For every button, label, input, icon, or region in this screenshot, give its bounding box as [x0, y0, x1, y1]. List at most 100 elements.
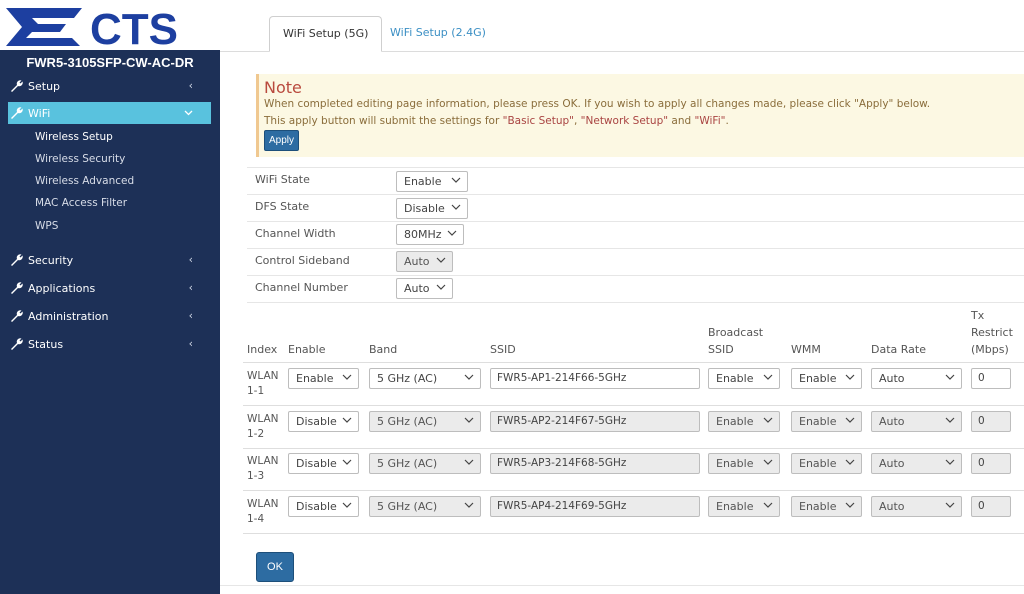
sidebar-subitem-wps[interactable]: WPS	[35, 220, 58, 232]
chevron-down-icon	[451, 204, 461, 210]
model-name: FWR5-3105SFP-CW-AC-DR	[26, 55, 194, 70]
wlan-data-rate-select[interactable]: Auto	[871, 368, 962, 389]
chevron-down-icon	[945, 417, 955, 423]
chevron-left-icon: ‹	[188, 337, 193, 350]
wlan-ssid-input[interactable]: FWR5-AP1-214F66-5GHz	[490, 368, 700, 389]
control-sideband-select[interactable]: Auto	[396, 251, 453, 272]
wlan-enable-select[interactable]: Disable	[288, 411, 359, 432]
header-ssid: SSID	[490, 343, 516, 356]
wrench-icon	[11, 80, 23, 92]
wlan-wmm-select[interactable]: Enable	[791, 368, 862, 389]
table-row-divider	[243, 448, 1024, 449]
header-band: Band	[369, 343, 398, 356]
setting-row-wifi-state: WiFi State	[247, 167, 1024, 194]
wlan-broadcast-ssid-select[interactable]: Enable	[708, 368, 780, 389]
chevron-down-icon	[763, 374, 773, 380]
wifi-state-select[interactable]: Enable	[396, 171, 468, 192]
channel-width-select[interactable]: 80MHz	[396, 224, 464, 245]
sidebar-subitem-wireless-advanced[interactable]: Wireless Advanced	[35, 175, 134, 187]
chevron-down-icon	[945, 502, 955, 508]
apply-button[interactable]: Apply	[264, 130, 300, 151]
chevron-down-icon	[342, 374, 352, 380]
table-row-divider	[243, 533, 1024, 534]
chevron-left-icon: ‹	[188, 79, 193, 92]
wlan-enable-select[interactable]: Enable	[288, 368, 359, 389]
sidebar-item-setup[interactable]: Setup ‹	[8, 75, 211, 97]
sidebar-item-status[interactable]: Status ‹	[8, 333, 211, 355]
sidebar-subitem-wireless-security[interactable]: Wireless Security	[35, 153, 125, 165]
wrench-icon	[11, 282, 23, 294]
wlan-tx-restrict-input[interactable]: 0	[971, 496, 1011, 517]
wrench-icon	[11, 310, 23, 322]
wlan-broadcast-ssid-select[interactable]: Enable	[708, 453, 780, 474]
header-data-rate: Data Rate	[871, 343, 926, 356]
wlan-index: WLAN 1-4	[247, 498, 279, 525]
setting-row-channel-width: Channel Width	[247, 221, 1024, 248]
wrench-icon	[11, 254, 23, 266]
chevron-down-icon	[763, 417, 773, 423]
wlan-ssid-input[interactable]: FWR5-AP3-214F68-5GHz	[490, 453, 700, 474]
wlan-wmm-select[interactable]: Enable	[791, 453, 862, 474]
setting-row-channel-number: Channel Number	[247, 275, 1024, 302]
wlan-index: WLAN 1-1	[247, 370, 279, 397]
chevron-down-icon	[464, 459, 474, 465]
chevron-down-icon	[342, 417, 352, 423]
ok-button[interactable]: OK	[256, 552, 294, 582]
sidebar-item-label: Administration	[28, 309, 109, 323]
sidebar-subitem-mac-access-filter[interactable]: MAC Access Filter	[35, 197, 127, 209]
wlan-broadcast-ssid-select[interactable]: Enable	[708, 411, 780, 432]
wlan-data-rate-select[interactable]: Auto	[871, 496, 962, 517]
wlan-ssid-input[interactable]: FWR5-AP4-214F69-5GHz	[490, 496, 700, 517]
logo-text: CTS	[90, 5, 178, 48]
wlan-tx-restrict-input[interactable]: 0	[971, 453, 1011, 474]
header-wmm: WMM	[791, 343, 821, 356]
chevron-down-icon	[945, 374, 955, 380]
sidebar-item-security[interactable]: Security ‹	[8, 249, 211, 271]
wlan-index: WLAN 1-3	[247, 455, 279, 482]
chevron-down-icon	[436, 284, 446, 290]
wlan-broadcast-ssid-select[interactable]: Enable	[708, 496, 780, 517]
chevron-down-icon	[436, 257, 446, 263]
tab-wifi-setup-5g[interactable]: WiFi Setup (5G)	[269, 16, 383, 52]
wlan-wmm-select[interactable]: Enable	[791, 496, 862, 517]
header-index: Index	[247, 343, 278, 356]
setting-label: Channel Number	[255, 281, 348, 294]
chevron-down-icon	[845, 502, 855, 508]
wlan-wmm-select[interactable]: Enable	[791, 411, 862, 432]
sidebar-item-wifi[interactable]: WiFi	[8, 102, 211, 124]
sidebar-item-label: Status	[28, 337, 64, 351]
wlan-enable-select[interactable]: Disable	[288, 496, 359, 517]
setting-label: Control Sideband	[255, 254, 350, 267]
sidebar-item-label: Setup	[28, 79, 61, 93]
table-header-divider	[243, 362, 1024, 363]
wlan-data-rate-select[interactable]: Auto	[871, 453, 962, 474]
wlan-data-rate-select[interactable]: Auto	[871, 411, 962, 432]
chevron-down-icon	[184, 110, 193, 116]
channel-number-select[interactable]: Auto	[396, 278, 453, 299]
wlan-band-select[interactable]: 5 GHz (AC)	[369, 368, 481, 389]
wlan-tx-restrict-input[interactable]: 0	[971, 411, 1011, 432]
note-title: Note	[264, 78, 302, 97]
sidebar-subitem-wireless-setup[interactable]: Wireless Setup	[35, 131, 113, 143]
wlan-band-select[interactable]: 5 GHz (AC)	[369, 453, 481, 474]
wlan-enable-select[interactable]: Disable	[288, 453, 359, 474]
chevron-down-icon	[464, 374, 474, 380]
wlan-ssid-input[interactable]: FWR5-AP2-214F67-5GHz	[490, 411, 700, 432]
sidebar-item-applications[interactable]: Applications ‹	[8, 277, 211, 299]
chevron-left-icon: ‹	[188, 309, 193, 322]
wlan-band-select[interactable]: 5 GHz (AC)	[369, 496, 481, 517]
tab-wifi-setup-2-4g[interactable]: WiFi Setup (2.4G)	[377, 16, 499, 52]
chevron-down-icon	[945, 459, 955, 465]
setting-label: Channel Width	[255, 227, 336, 240]
chevron-down-icon	[763, 459, 773, 465]
note-text-line2: This apply button will submit the settin…	[264, 115, 729, 127]
dfs-state-select[interactable]: Disable	[396, 198, 468, 219]
chevron-down-icon	[845, 459, 855, 465]
header-broadcast-ssid: Broadcast SSID	[708, 326, 764, 356]
sidebar-item-administration[interactable]: Administration ‹	[8, 305, 211, 327]
wlan-band-select[interactable]: 5 GHz (AC)	[369, 411, 481, 432]
setting-row-control-sideband: Control Sideband	[247, 248, 1024, 275]
wlan-tx-restrict-input[interactable]: 0	[971, 368, 1011, 389]
bottom-divider	[220, 585, 1024, 586]
chevron-down-icon	[342, 502, 352, 508]
